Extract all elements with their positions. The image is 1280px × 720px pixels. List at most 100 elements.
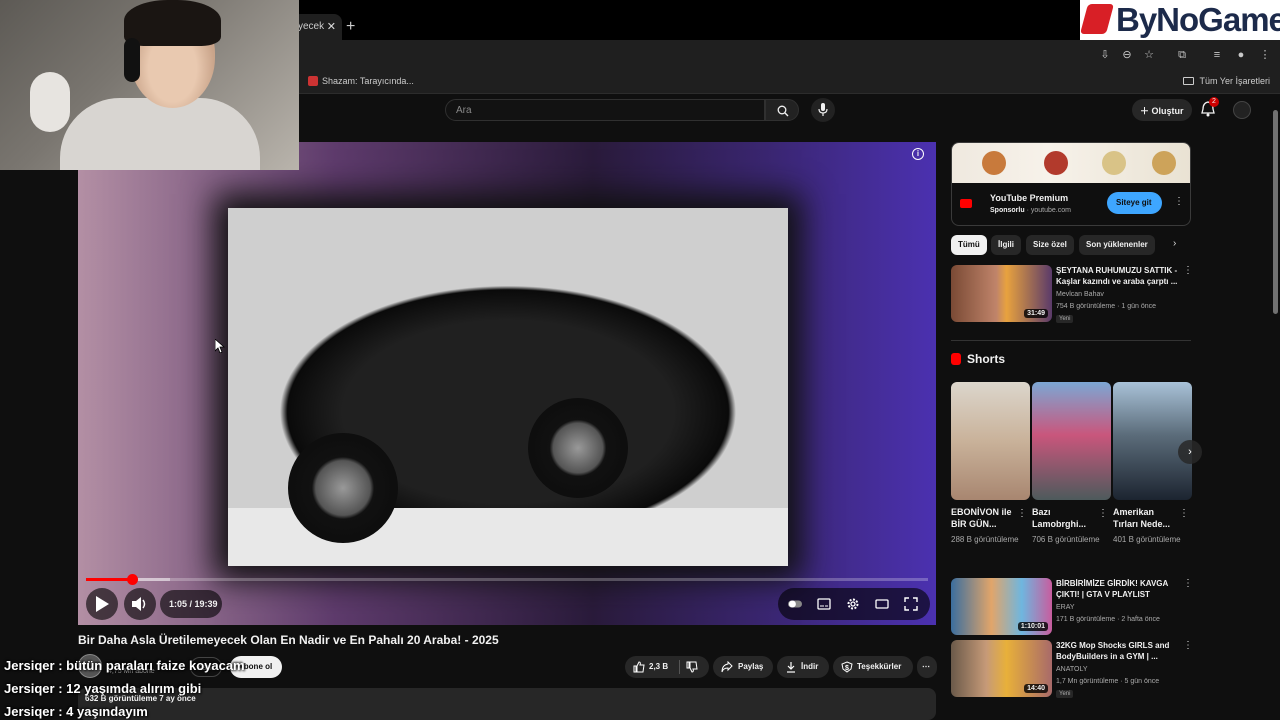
browser-tab-active[interactable]: yecek ✕ — [292, 14, 342, 41]
shazam-favicon-icon — [308, 76, 318, 86]
like-count[interactable]: 2,3 B — [649, 662, 668, 671]
scrollbar-thumb[interactable] — [1273, 110, 1278, 314]
more-vertical-icon[interactable]: ⋮ — [1174, 196, 1184, 207]
recommendation-item[interactable]: 1:10:01 BİRBİRİMİZE GİRDİK! KAVGA ÇIKTI!… — [951, 578, 1193, 636]
more-vertical-icon[interactable]: ⋮ — [1183, 578, 1193, 589]
short-views: 288 B görüntüleme — [951, 535, 1019, 544]
thumbs-down-icon[interactable] — [686, 661, 698, 673]
youtube-header: Ara ＋ Oluştur 2 — [299, 95, 1280, 127]
thumbs-up-icon[interactable] — [633, 661, 645, 673]
chip-recently-uploaded[interactable]: Son yüklenenler — [1079, 235, 1155, 255]
chat-message: Jersiqer : 4 yaşındayım — [4, 704, 148, 719]
subtitles-icon[interactable] — [817, 597, 831, 611]
more-vertical-icon[interactable]: ⋮ — [1098, 508, 1108, 519]
download-button[interactable]: İndir — [777, 656, 829, 678]
volume-button[interactable] — [124, 588, 156, 620]
chip-related[interactable]: İlgili — [991, 235, 1021, 255]
zoom-icon[interactable]: ⊖ — [1120, 48, 1134, 62]
recommendation-channel[interactable]: ERAY — [1056, 604, 1075, 611]
video-title: Bir Daha Asla Üretilemeyecek Olan En Nad… — [78, 633, 499, 647]
share-icon — [721, 661, 733, 673]
progress-scrubber[interactable] — [127, 574, 139, 585]
search-button[interactable] — [765, 99, 799, 121]
video-thumbnail[interactable]: 1:10:01 — [951, 578, 1052, 635]
recommendation-item[interactable]: 31:49 ŞEYTANA RUHUMUZU SATTIK - Kaşlar k… — [951, 265, 1193, 323]
browser-menu-icon[interactable]: ⋮ — [1258, 48, 1272, 62]
plus-icon: ＋ — [1140, 106, 1152, 116]
short-title[interactable]: Amerikan Tırları Nede... — [1113, 506, 1177, 530]
more-vertical-icon[interactable]: ⋮ — [1179, 508, 1189, 519]
shorts-icon — [951, 353, 961, 365]
more-vertical-icon[interactable]: ⋮ — [1017, 508, 1027, 519]
progress-bar[interactable] — [86, 574, 928, 585]
super-thanks-icon: $ — [841, 661, 853, 673]
bynogame-logo-icon — [1079, 4, 1115, 34]
mouse-cursor-icon — [215, 339, 225, 353]
chip-for-you[interactable]: Size özel — [1026, 235, 1074, 255]
ad-dish-image — [1152, 151, 1176, 175]
webcam-overlay — [0, 0, 299, 170]
bookmark-shazam[interactable]: Shazam: Tarayıcında... — [308, 76, 414, 86]
share-button[interactable]: Paylaş — [713, 656, 773, 678]
duration-badge: 14:40 — [1024, 684, 1048, 693]
divider — [951, 340, 1191, 341]
recommendation-title[interactable]: BİRBİRİMİZE GİRDİK! KAVGA ÇIKTI! | GTA V… — [1056, 578, 1178, 600]
chevron-right-icon[interactable]: › — [1173, 238, 1176, 249]
like-divider — [679, 660, 680, 674]
recommendation-item[interactable]: 14:40 32KG Mop Shocks GIRLS and BodyBuil… — [951, 640, 1193, 698]
duration-badge: 31:49 — [1024, 309, 1048, 318]
recommendation-channel[interactable]: ANATOLY — [1056, 666, 1088, 673]
create-button[interactable]: ＋ Oluştur — [1132, 99, 1192, 121]
account-avatar[interactable] — [1233, 101, 1251, 119]
short-title[interactable]: Bazı Lamobrghi... — [1032, 506, 1096, 530]
more-actions-button[interactable]: ⋯ — [917, 656, 937, 678]
settings-gear-icon[interactable] — [846, 597, 860, 611]
short-title[interactable]: EBONİVON ile BİR GÜN... — [951, 506, 1015, 530]
chat-message: Jersiqer : 12 yaşımda alırım gibi — [4, 681, 202, 696]
video-thumbnail[interactable]: 14:40 — [951, 640, 1052, 697]
short-thumbnail[interactable] — [1113, 382, 1192, 500]
duration-badge: 1:10:01 — [1017, 622, 1048, 631]
download-label: İndir — [801, 662, 819, 671]
recommendation-title[interactable]: ŞEYTANA RUHUMUZU SATTIK - Kaşlar kazındı… — [1056, 265, 1178, 287]
video-frame-car-image — [228, 208, 788, 566]
short-views: 706 B görüntüleme — [1032, 535, 1100, 544]
search-input[interactable]: Ara — [445, 99, 765, 121]
video-player[interactable]: i 1:05 / 19:39 — [78, 142, 936, 625]
theater-mode-icon[interactable] — [875, 597, 889, 611]
plush-toy — [30, 72, 70, 132]
thanks-button[interactable]: $ Teşekkürler — [833, 656, 913, 678]
recommendation-channel[interactable]: Mevlcan Bahav — [1056, 291, 1104, 298]
play-button[interactable] — [86, 588, 118, 620]
headset-icon — [124, 38, 140, 82]
search-icon — [777, 105, 789, 117]
ad-card[interactable]: YouTube Premium Sponsorlu · youtube.com … — [951, 142, 1191, 226]
all-bookmarks[interactable]: Tüm Yer İşaretleri — [1183, 76, 1270, 86]
more-vertical-icon[interactable]: ⋮ — [1183, 640, 1193, 651]
install-app-icon[interactable]: ⇩ — [1098, 48, 1112, 62]
new-tab-icon[interactable]: + — [346, 18, 360, 35]
info-icon[interactable]: i — [912, 148, 924, 160]
autoplay-toggle-icon[interactable] — [788, 597, 802, 611]
more-vertical-icon[interactable]: ⋮ — [1183, 265, 1193, 276]
ad-sponsored-label: Sponsorlu — [990, 207, 1025, 214]
ad-visit-site-button[interactable]: Siteye git — [1107, 192, 1162, 214]
short-thumbnail[interactable] — [1032, 382, 1111, 500]
folder-icon — [1183, 77, 1195, 85]
voice-search-button[interactable] — [811, 98, 835, 122]
shorts-next-button[interactable]: › — [1178, 440, 1202, 464]
sponsor-logo: ByNoGame — [1079, 0, 1280, 40]
chip-all[interactable]: Tümü — [951, 235, 987, 255]
video-thumbnail[interactable]: 31:49 — [951, 265, 1052, 322]
extensions-icon[interactable]: ⧉ — [1175, 48, 1189, 62]
recommendation-title[interactable]: 32KG Mop Shocks GIRLS and BodyBuilders i… — [1056, 640, 1178, 662]
tab-close-icon[interactable]: ✕ — [327, 20, 336, 33]
download-icon — [787, 662, 795, 673]
short-thumbnail[interactable] — [951, 382, 1030, 500]
bookmark-star-icon[interactable]: ☆ — [1142, 48, 1156, 62]
fullscreen-icon[interactable] — [904, 597, 918, 611]
profile-icon[interactable]: ● — [1234, 48, 1248, 62]
media-controls-icon[interactable]: ≡ — [1210, 48, 1224, 62]
recommendation-meta: 171 B görüntüleme · 2 hafta önce — [1056, 616, 1160, 623]
thanks-label: Teşekkürler — [857, 662, 902, 671]
